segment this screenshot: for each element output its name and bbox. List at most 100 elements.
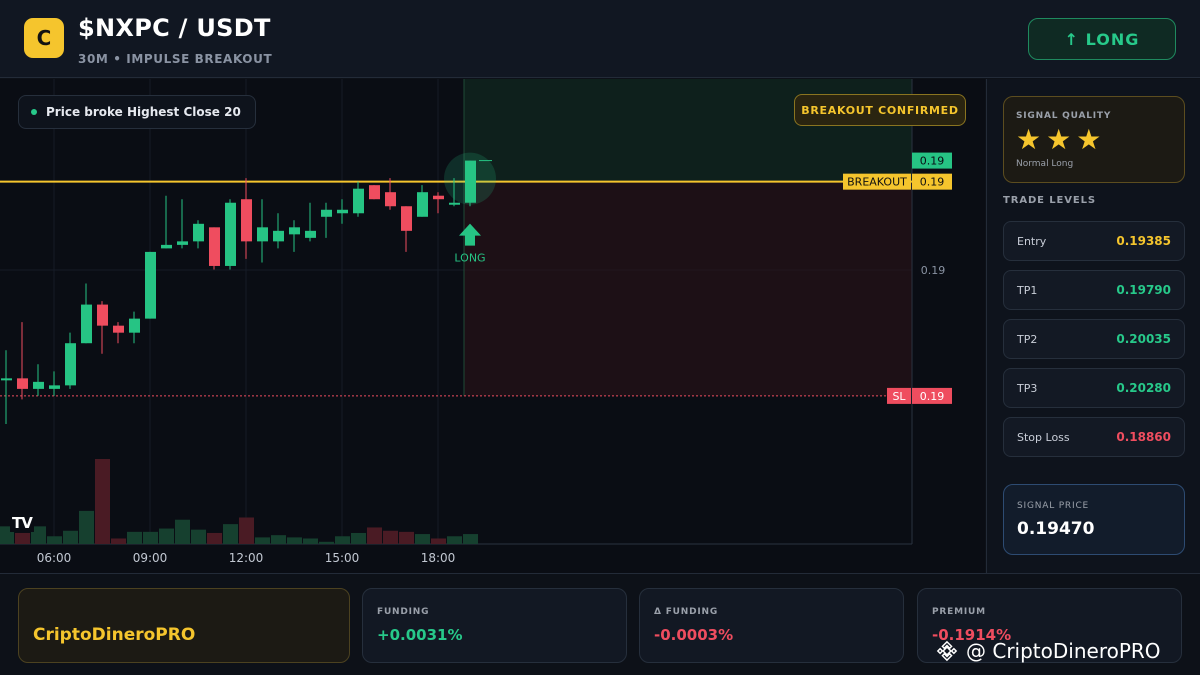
level-tp3: TP3 0.20280	[1003, 368, 1185, 408]
premium-title: PREMIUM	[932, 607, 986, 617]
volume-bar	[127, 531, 142, 544]
breakout-tag: BREAKOUT	[847, 176, 907, 189]
long-signal-button[interactable]: ↑ LONG	[1028, 18, 1176, 60]
binance-icon	[936, 640, 958, 662]
candle-body	[33, 381, 44, 389]
level-value: 0.18860	[1116, 430, 1171, 444]
volume-bar	[319, 541, 334, 544]
trade-levels-title: TRADE LEVELS	[1003, 195, 1097, 206]
signal-quality-type: Normal Long	[1016, 159, 1074, 169]
volume-bar	[207, 532, 222, 544]
long-marker-label: LONG	[454, 252, 485, 265]
level-label: TP1	[1017, 283, 1038, 297]
risk-zone	[464, 181, 912, 396]
signal-price-value: 0.19470	[1017, 519, 1095, 539]
header-bar: C $NXPC / USDT 30M • IMPULSE BREAKOUT ↑ …	[0, 0, 1200, 78]
chart-canvas[interactable]: LONG 0.19 BREAKOUT 0.19 SL 0.19 0.19 06:00 09:00…	[0, 79, 985, 573]
price-chart[interactable]: LONG 0.19 BREAKOUT 0.19 SL 0.19 0.19 06:00 09:00…	[0, 79, 985, 573]
signal-price-card: SIGNAL PRICE 0.19470	[1003, 484, 1185, 555]
volume-bar	[47, 536, 62, 544]
candle-body	[417, 192, 428, 217]
volume-bar	[191, 529, 206, 544]
level-value: 0.19385	[1116, 234, 1171, 248]
level-label: TP2	[1017, 332, 1038, 346]
candle-body	[65, 343, 76, 386]
signal-panel: SIGNAL QUALITY ★★★ Normal Long TRADE LEV…	[986, 79, 1200, 573]
candle-body	[433, 195, 444, 200]
candle-body	[273, 230, 284, 242]
level-tp1: TP1 0.19790	[1003, 270, 1185, 310]
candle-body	[449, 202, 460, 205]
level-value: 0.20280	[1116, 381, 1171, 395]
signal-price-title: SIGNAL PRICE	[1017, 501, 1090, 511]
level-label: Stop Loss	[1017, 430, 1070, 444]
volume-bar	[255, 537, 270, 544]
volume-bar	[79, 510, 94, 544]
time-axis-tick: 12:00	[229, 551, 264, 565]
candle-body	[305, 230, 316, 238]
volume-bar	[175, 519, 190, 544]
tradingview-logo[interactable]: TV	[10, 514, 34, 532]
funding-value: +0.0031%	[377, 626, 463, 644]
funding-card: FUNDING +0.0031%	[362, 588, 627, 663]
volume-bar	[143, 531, 158, 544]
volume-bar	[335, 536, 350, 544]
volume-bar	[431, 538, 446, 544]
time-axis-tick: 18:00	[421, 551, 456, 565]
level-value: 0.20035	[1116, 332, 1171, 346]
volume-bar	[271, 535, 286, 544]
candle-body	[241, 199, 252, 242]
volume-bar	[287, 537, 302, 544]
candle-body	[225, 202, 236, 266]
level-tp2: TP2 0.20035	[1003, 319, 1185, 359]
candle-body	[369, 185, 380, 200]
candle-body	[193, 223, 204, 242]
time-axis-tick: 06:00	[37, 551, 72, 565]
volume-bar	[351, 532, 366, 544]
funding-title: FUNDING	[377, 607, 430, 617]
volume-bar	[383, 530, 398, 544]
level-label: Entry	[1017, 234, 1047, 248]
strategy-subtitle: 30M • IMPULSE BREAKOUT	[78, 52, 273, 66]
candle-body	[145, 251, 156, 319]
candle-body	[113, 325, 124, 333]
candle-body	[177, 241, 188, 245]
time-axis-tick: 15:00	[325, 551, 360, 565]
volume-bar	[367, 527, 382, 544]
watermark: @ CriptoDineroPRO	[936, 638, 1161, 664]
volume-bar	[223, 524, 238, 544]
delta-funding-title: Δ FUNDING	[654, 607, 719, 617]
metrics-bar: CriptoDineroPRO FUNDING +0.0031% Δ FUNDI…	[0, 573, 1200, 675]
volume-bar	[63, 530, 78, 544]
candle-body	[209, 227, 220, 266]
delta-funding-value: -0.0003%	[654, 626, 734, 644]
status-dot	[31, 109, 37, 115]
sl-tag: SL	[892, 390, 906, 403]
watermark-text: @ CriptoDineroPRO	[966, 639, 1161, 663]
volume-bar	[303, 538, 318, 544]
volume-bar	[15, 532, 30, 544]
pair-title: $NXPC / USDT	[78, 14, 271, 42]
candle-body	[385, 192, 396, 207]
candle-body	[129, 318, 140, 333]
star-rating: ★★★	[1016, 123, 1107, 156]
app-logo: C	[24, 18, 64, 58]
level-entry: Entry 0.19385	[1003, 221, 1185, 261]
volume-bar	[111, 538, 126, 544]
candle-body	[401, 206, 412, 231]
volume-bar	[447, 536, 462, 544]
level-value: 0.19790	[1116, 283, 1171, 297]
level-label: TP3	[1017, 381, 1038, 395]
level-stop-loss: Stop Loss 0.18860	[1003, 417, 1185, 457]
breakout-price-label: 0.19	[920, 176, 945, 189]
candle-body	[337, 209, 348, 214]
candle-body	[257, 227, 268, 242]
volume-bar	[463, 534, 478, 544]
candle-body	[465, 160, 476, 203]
candle-body	[353, 188, 364, 214]
volume-bar	[95, 459, 110, 544]
candle-body	[1, 378, 12, 381]
signal-quality-title: SIGNAL QUALITY	[1016, 111, 1112, 121]
time-axis-tick: 09:00	[133, 551, 168, 565]
volume-bar	[399, 531, 414, 544]
